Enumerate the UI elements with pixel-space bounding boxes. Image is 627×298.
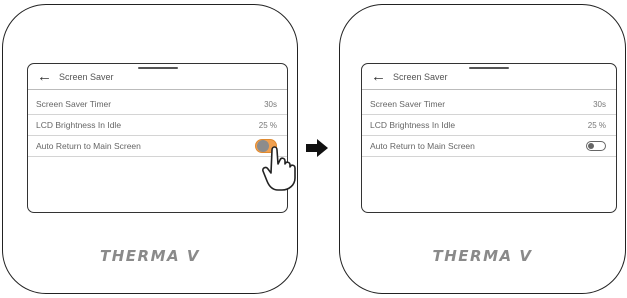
device-frame-after: ← Screen Saver Screen Saver Timer 30s LC… [339, 4, 626, 294]
setting-row-brightness[interactable]: LCD Brightness In Idle 25 % [362, 115, 616, 136]
setting-label: Auto Return to Main Screen [36, 141, 141, 151]
setting-row-timer[interactable]: Screen Saver Timer 30s [362, 94, 616, 115]
setting-label: LCD Brightness In Idle [370, 120, 456, 130]
page-title: Screen Saver [59, 71, 114, 82]
hand-pointer-icon [262, 146, 296, 191]
setting-row-auto-return: Auto Return to Main Screen [362, 136, 616, 157]
setting-value: 30s [264, 99, 277, 109]
page-title: Screen Saver [393, 71, 448, 82]
screen-saver-panel: ← Screen Saver Screen Saver Timer 30s LC… [361, 63, 617, 213]
panel-header: ← Screen Saver [362, 64, 616, 90]
setting-row-timer[interactable]: Screen Saver Timer 30s [28, 94, 287, 115]
setting-value: 25 % [258, 120, 277, 130]
setting-label: Screen Saver Timer [36, 99, 112, 109]
setting-label: Auto Return to Main Screen [370, 141, 475, 151]
right-arrow-icon [306, 139, 328, 157]
toggle-knob [588, 143, 594, 149]
setting-value: 30s [593, 99, 606, 109]
screen-saver-panel: ← Screen Saver Screen Saver Timer 30s LC… [27, 63, 288, 213]
therma-v-logo: THERMA V [100, 247, 200, 265]
setting-row-auto-return: Auto Return to Main Screen [28, 136, 287, 157]
back-arrow-icon[interactable]: ← [371, 69, 386, 84]
device-frame-before: ← Screen Saver Screen Saver Timer 30s LC… [2, 4, 298, 294]
setting-label: Screen Saver Timer [370, 99, 446, 109]
back-arrow-icon[interactable]: ← [37, 69, 52, 84]
auto-return-toggle[interactable] [586, 141, 606, 151]
setting-label: LCD Brightness In Idle [36, 120, 122, 130]
setting-value: 25 % [587, 120, 606, 130]
setting-row-brightness[interactable]: LCD Brightness In Idle 25 % [28, 115, 287, 136]
therma-v-logo: THERMA V [432, 247, 533, 265]
panel-header: ← Screen Saver [28, 64, 287, 90]
